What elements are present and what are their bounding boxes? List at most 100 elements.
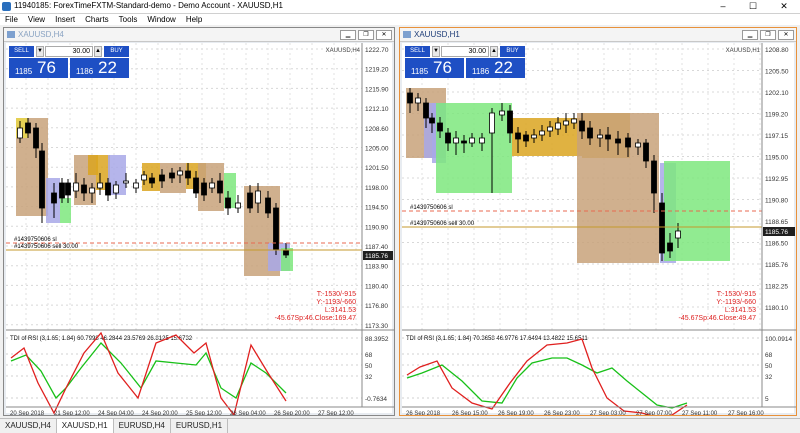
position-readout: -45.67Sp:46.Close:169.47	[275, 315, 356, 322]
menu-file[interactable]: File	[0, 14, 23, 25]
price-tick-label: 1212.10	[365, 106, 389, 113]
close-button[interactable]: ✕	[768, 0, 800, 13]
menu-help[interactable]: Help	[181, 14, 207, 25]
chart-minimize-button[interactable]: ▁	[340, 30, 356, 40]
ask-price[interactable]: 1186 22	[70, 58, 129, 78]
lot-increase-button[interactable]: ▲	[94, 46, 102, 57]
chart-window-titlebar[interactable]: XAUUSD,H4 ▁ ❐ ✕	[4, 28, 394, 42]
time-tick-label: 26 Sep 20:00	[274, 411, 310, 415]
time-tick-label: 27 Sep 03:00	[590, 411, 626, 415]
chart-window-titlebar[interactable]: XAUUSD,H1 ▁ ❐ ✕	[400, 28, 796, 42]
candle-body	[499, 110, 505, 116]
candle-body	[113, 184, 119, 194]
price-chart-h1[interactable]: 1208.80 1205.50 1202.10 1199.20 1197.15 1195.…	[402, 43, 796, 419]
candle-body	[89, 187, 95, 194]
time-tick-label: 25 Sep 12:00	[186, 411, 222, 415]
order-sell-label: #1439750606 sell 30.00	[14, 244, 79, 250]
candle-body	[547, 126, 553, 132]
indicator-tick-label: 50	[365, 363, 373, 370]
indicator-tick-label: 50	[765, 363, 773, 370]
candle-body	[17, 127, 23, 139]
position-readout: L:3141.53	[725, 307, 756, 314]
chart-area[interactable]: 1222.70 1219.20 1215.90 1212.10 1208.60 1205.…	[6, 43, 394, 417]
candle-body	[39, 150, 45, 209]
tab-xauusd-h4[interactable]: XAUUSD,H4	[0, 419, 57, 433]
chart-restore-button[interactable]: ❐	[760, 30, 776, 40]
bid-price[interactable]: 1185 76	[9, 58, 68, 78]
price-tick-label: 1201.50	[365, 165, 389, 172]
indicator-title: TDI of RSI (3,1.65; 1.84) 70.3658 46.977…	[406, 336, 588, 342]
candle-body	[105, 182, 111, 196]
price-tick-label: 1180.40	[365, 283, 388, 290]
chart-window-h4[interactable]: XAUUSD,H4 ▁ ❐ ✕ 1222.70 1219.20 1215.90 121…	[3, 27, 395, 417]
candle-body	[445, 132, 451, 144]
lot-size-input[interactable]: 30.00	[441, 46, 489, 57]
indicator-tick-label: 88.3952	[365, 336, 389, 343]
candle-body	[423, 102, 429, 119]
price-chart-h4[interactable]: 1222.70 1219.20 1215.90 1212.10 1208.60 1205.…	[6, 43, 394, 417]
chart-window-h1[interactable]: XAUUSD,H1 ▁ ❐ ✕ 1208.80 1205.50 1202.10 119…	[399, 27, 797, 419]
price-tick-label: 1185.76	[765, 262, 788, 269]
maximize-button[interactable]: ☐	[738, 0, 768, 13]
chart-restore-button[interactable]: ❐	[358, 30, 374, 40]
candle-body	[25, 122, 31, 134]
rsi-line	[406, 338, 688, 419]
time-tick-label: 26 Sep 2018	[406, 411, 441, 415]
price-tick-label: 1180.10	[765, 305, 788, 312]
candle-body	[635, 142, 641, 148]
candle-body	[415, 97, 421, 104]
lot-decrease-button[interactable]: ▼	[432, 46, 440, 57]
price-tick-label: 1222.70	[365, 47, 389, 54]
candle-body	[643, 142, 649, 162]
minimize-button[interactable]: –	[708, 0, 738, 13]
chart-close-button[interactable]: ✕	[376, 30, 392, 40]
menu-window[interactable]: Window	[142, 14, 180, 25]
candle-body	[81, 184, 87, 194]
buy-button[interactable]: BUY	[500, 46, 525, 57]
chart-close-button[interactable]: ✕	[778, 30, 794, 40]
price-tick-label: 1192.95	[765, 176, 788, 183]
chart-minimize-button[interactable]: ▁	[742, 30, 758, 40]
candle-body	[225, 197, 231, 209]
chart-window-title: XAUUSD,H1	[414, 30, 460, 39]
candle-body	[149, 177, 155, 184]
chart-area[interactable]: 1208.80 1205.50 1202.10 1199.20 1197.15 1195.…	[402, 43, 796, 419]
candle-body	[651, 160, 657, 194]
sell-button[interactable]: SELL	[405, 46, 430, 57]
price-tick-label: 1215.90	[365, 86, 389, 93]
menu-insert[interactable]: Insert	[50, 14, 80, 25]
buy-button[interactable]: BUY	[104, 46, 129, 57]
lot-increase-button[interactable]: ▲	[490, 46, 498, 57]
lot-decrease-button[interactable]: ▼	[36, 46, 44, 57]
menu-tools[interactable]: Tools	[114, 14, 143, 25]
ask-price[interactable]: 1186 22	[466, 58, 525, 78]
candle-body	[141, 174, 147, 181]
time-tick-label: 27 Sep 12:00	[318, 411, 354, 415]
tab-eurusd-h4[interactable]: EURUSD,H4	[114, 419, 171, 433]
candle-body	[469, 137, 475, 144]
current-price-label: 1185.76	[765, 229, 788, 236]
position-readout: L:3141.53	[325, 307, 356, 314]
menu-view[interactable]: View	[23, 14, 50, 25]
tab-xauusd-h1[interactable]: XAUUSD,H1	[56, 419, 114, 433]
lot-size-input[interactable]: 30.00	[45, 46, 93, 57]
candle-body	[283, 249, 289, 256]
candle-body	[615, 138, 621, 144]
sell-button[interactable]: SELL	[9, 46, 34, 57]
price-tick-label: 1173.30	[365, 323, 388, 330]
chart-window-title: XAUUSD,H4	[18, 30, 64, 39]
menu-charts[interactable]: Charts	[80, 14, 114, 25]
menu-bar: File View Insert Charts Tools Window Hel…	[0, 14, 800, 25]
candle-body	[33, 127, 39, 149]
candle-body	[65, 182, 71, 196]
candle-body	[555, 122, 561, 130]
candle-body	[193, 177, 199, 194]
bid-price[interactable]: 1185 76	[405, 58, 464, 78]
candle-body	[563, 120, 569, 126]
price-tick-label: 1182.25	[765, 284, 788, 291]
title-bar: 11940185: ForexTimeFXTM-Standard-demo - …	[0, 0, 800, 14]
symbol-label: XAUUSD,H1	[726, 48, 761, 54]
tab-eurusd-h1[interactable]: EURUSD,H1	[171, 419, 229, 433]
price-tick-label: 1205.00	[365, 146, 389, 153]
candle-body	[123, 180, 129, 184]
